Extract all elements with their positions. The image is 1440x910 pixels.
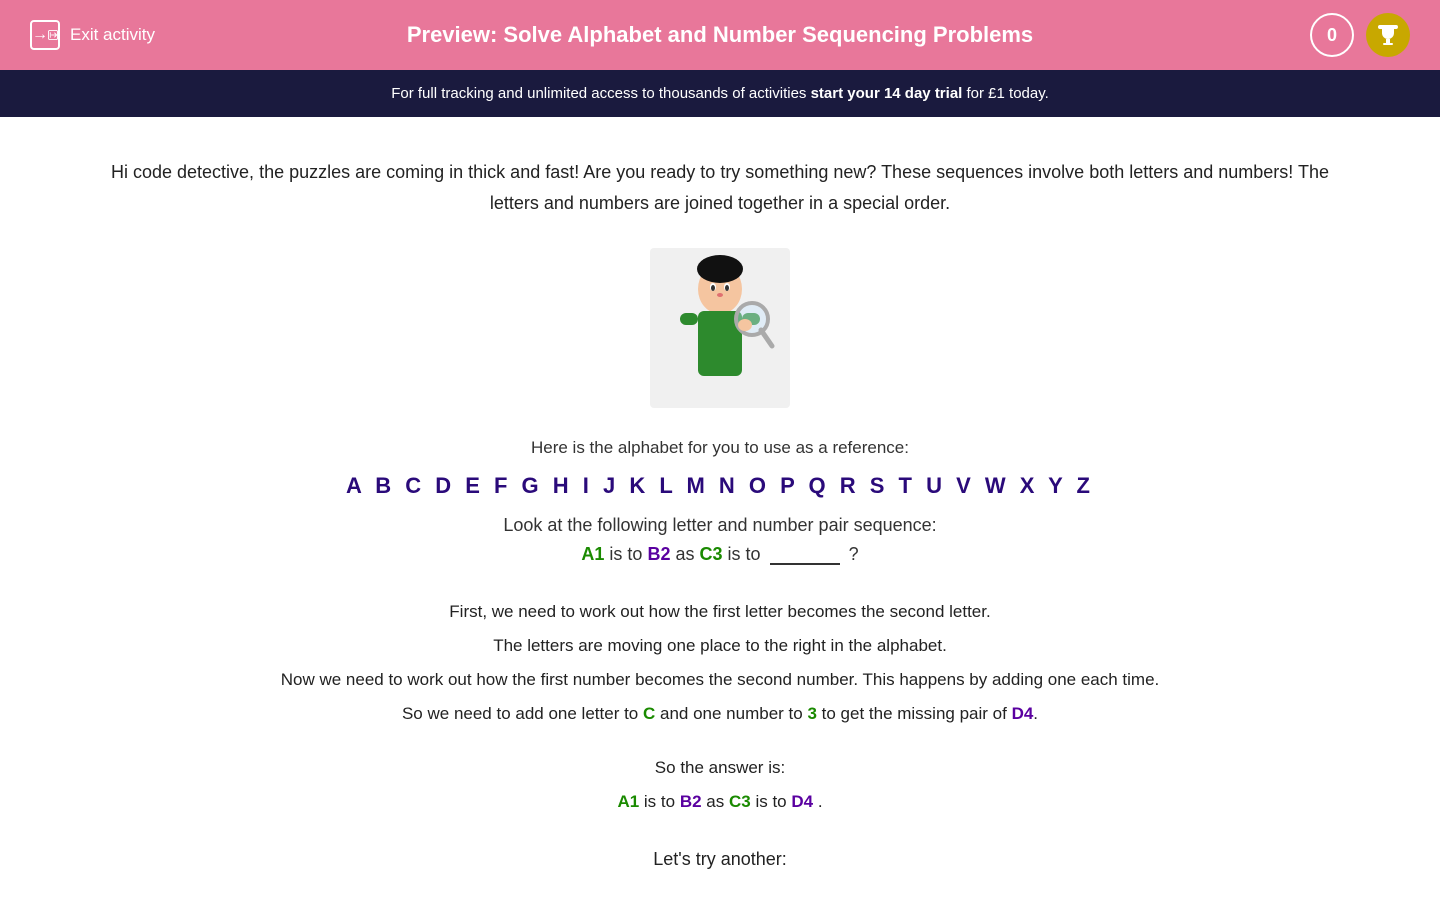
ans-as: as: [706, 792, 729, 811]
intro-paragraph: Hi code detective, the puzzles are comin…: [100, 157, 1340, 218]
seq-question: ?: [849, 544, 859, 564]
ans-dot: .: [818, 792, 823, 811]
exp4-c: C: [643, 704, 655, 723]
banner-cta: start your 14 day trial: [811, 85, 963, 102]
sequence-intro-label: Look at the following letter and number …: [100, 515, 1340, 536]
seq-a1: A1: [581, 544, 604, 564]
explanation-line-1: First, we need to work out how the first…: [100, 595, 1340, 629]
exp4-3: 3: [807, 704, 816, 723]
seq-is-to-2: is to: [728, 544, 766, 564]
ans-is-to-2: is to: [755, 792, 791, 811]
answer-label: So the answer is:: [100, 751, 1340, 785]
trial-banner: For full tracking and unlimited access t…: [0, 70, 1440, 117]
ans-a1: A1: [617, 792, 639, 811]
seq-c3: C3: [700, 544, 723, 564]
sequence-puzzle: A1 is to B2 as C3 is to ?: [100, 544, 1340, 565]
exit-button[interactable]: Exit activity: [30, 20, 155, 50]
exp4-before: So we need to add one letter to: [402, 704, 643, 723]
exp4-end: to get the missing pair of: [817, 704, 1012, 723]
exp4-mid: and one number to: [655, 704, 807, 723]
ans-is-to-1: is to: [644, 792, 680, 811]
header-right: 0: [1310, 13, 1410, 57]
explanation-line-2: The letters are moving one place to the …: [100, 629, 1340, 663]
lets-try-label: Let's try another:: [100, 849, 1340, 870]
alphabet-display: A B C D E F G H I J K L M N O P Q R S T …: [100, 473, 1340, 499]
exp4-d4: D4: [1012, 704, 1034, 723]
trophy-button[interactable]: [1366, 13, 1410, 57]
answer-section: So the answer is: A1 is to B2 as C3 is t…: [100, 751, 1340, 819]
header: Exit activity Preview: Solve Alphabet an…: [0, 0, 1440, 70]
seq-is-to-1: is to: [609, 544, 642, 564]
seq-blank: [770, 563, 840, 565]
explanation-line-3: Now we need to work out how the first nu…: [100, 663, 1340, 697]
score-badge: 0: [1310, 13, 1354, 57]
exit-icon: [30, 20, 60, 50]
ans-d4: D4: [791, 792, 813, 811]
seq-as: as: [675, 544, 694, 564]
page-title: Preview: Solve Alphabet and Number Seque…: [407, 22, 1033, 48]
seq-b2: B2: [647, 544, 670, 564]
detective-image: [650, 248, 790, 408]
ans-c3: C3: [729, 792, 751, 811]
ans-b2: B2: [680, 792, 702, 811]
alphabet-reference-label: Here is the alphabet for you to use as a…: [100, 438, 1340, 458]
banner-text-before: For full tracking and unlimited access t…: [391, 85, 810, 102]
exit-label: Exit activity: [70, 25, 155, 45]
answer-sequence: A1 is to B2 as C3 is to D4 .: [100, 785, 1340, 819]
explanation-section: First, we need to work out how the first…: [100, 595, 1340, 731]
banner-text-after: for £1 today.: [962, 85, 1048, 102]
main-content: Hi code detective, the puzzles are comin…: [0, 117, 1440, 910]
exp4-dot: .: [1033, 704, 1038, 723]
explanation-line-4: So we need to add one letter to C and on…: [100, 697, 1340, 731]
